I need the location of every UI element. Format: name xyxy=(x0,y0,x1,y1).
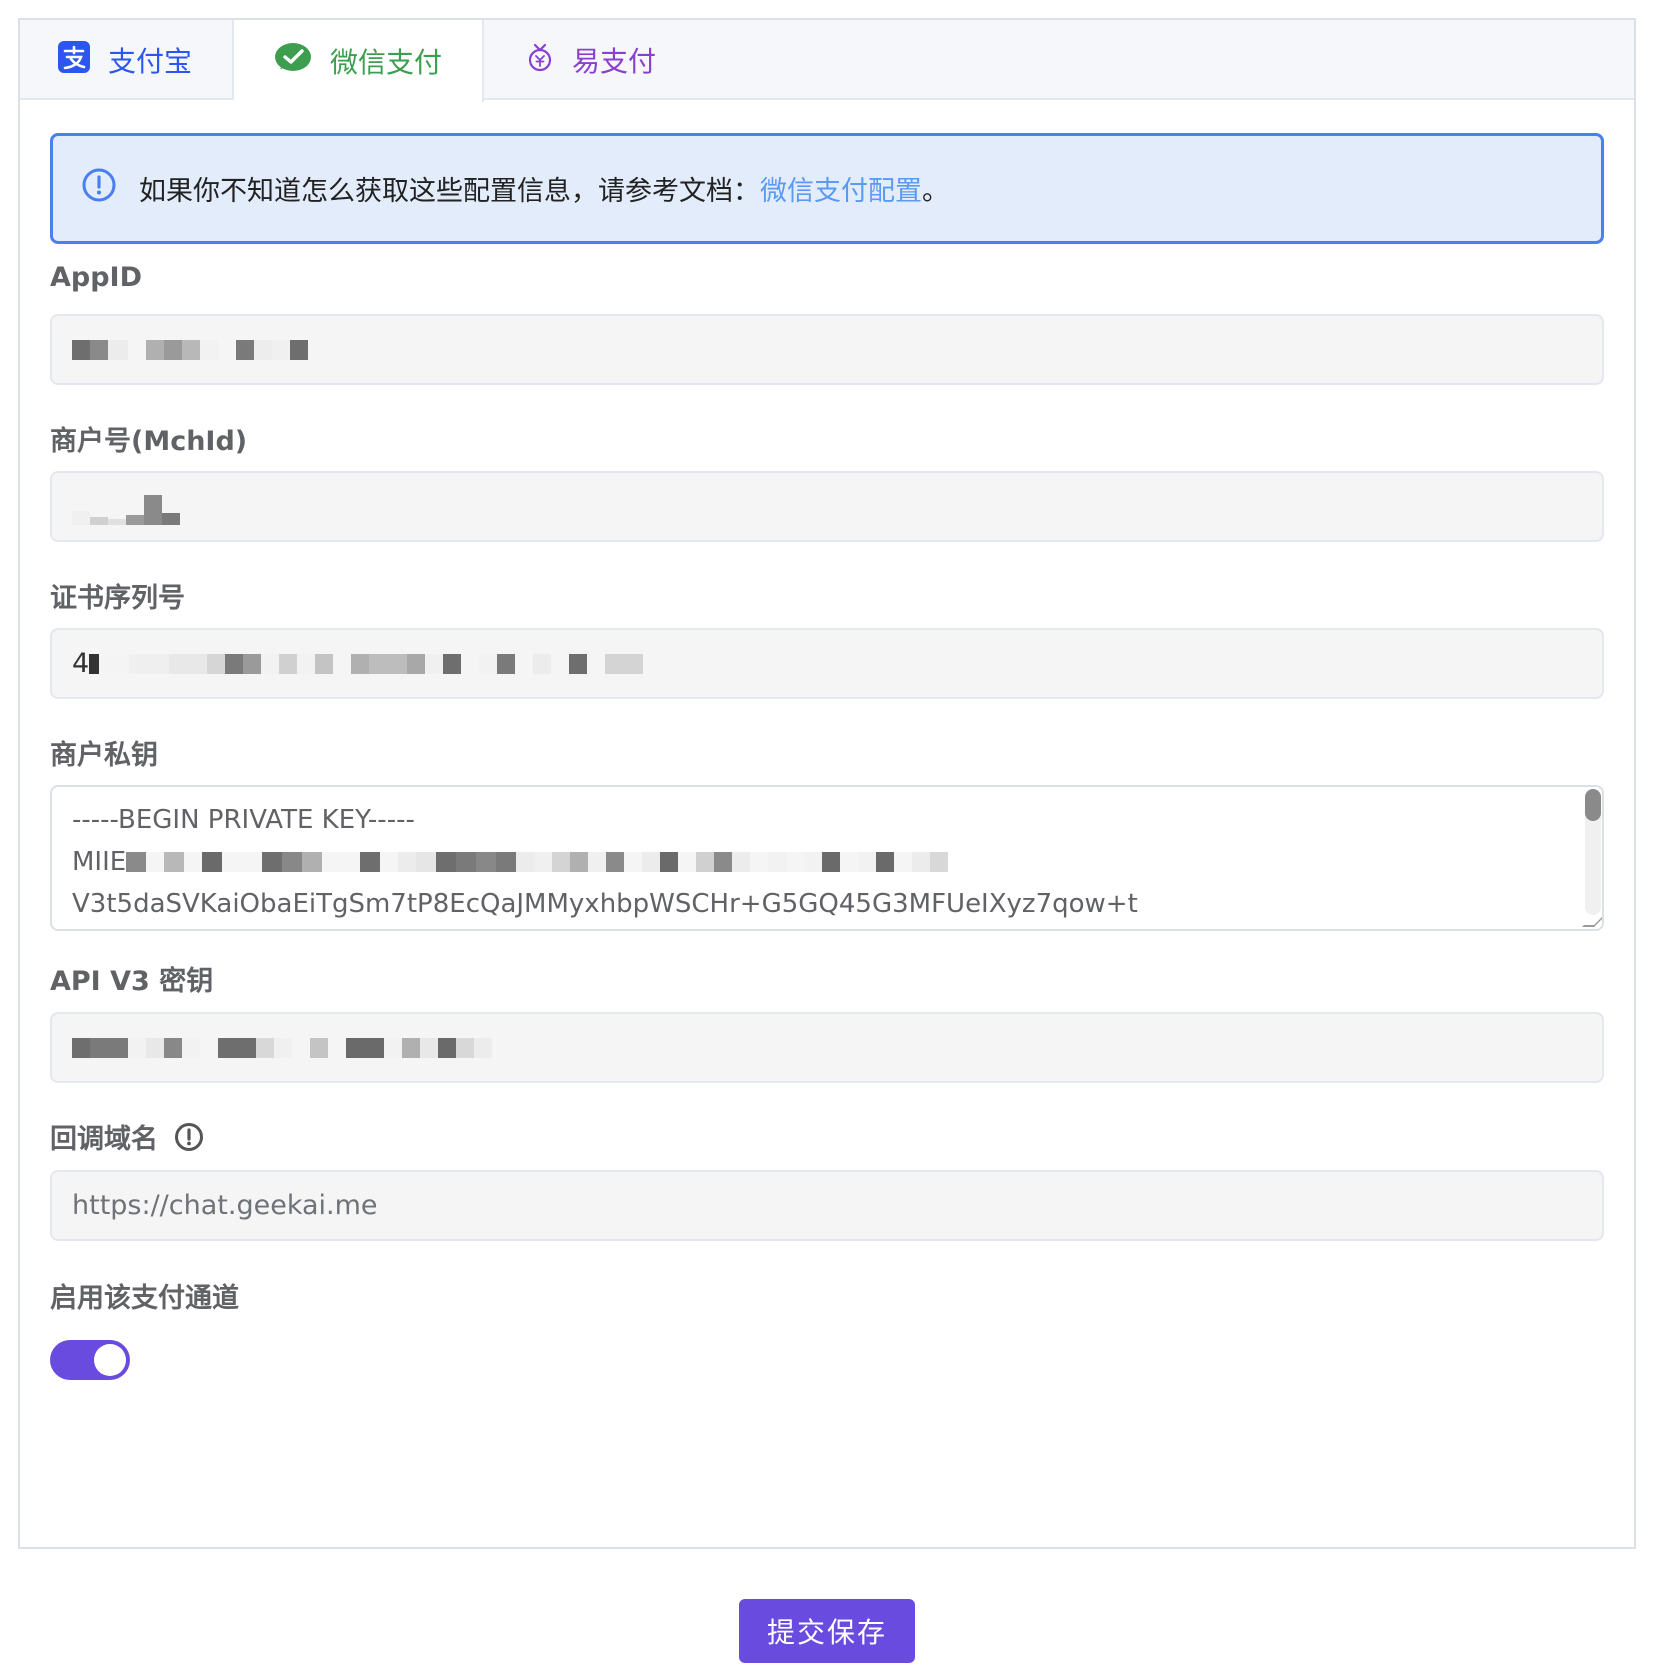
mchid-masked-value xyxy=(72,489,180,525)
enable-channel-switch[interactable] xyxy=(50,1340,130,1380)
callback-domain-label-text: 回调域名 xyxy=(50,1124,158,1155)
private-key-textarea[interactable]: -----BEGIN PRIVATE KEY----- MIIE V3t5daS… xyxy=(50,785,1604,931)
private-key-line-2-prefix: MIIE xyxy=(72,847,127,877)
info-circle-icon xyxy=(81,167,117,210)
textarea-resize-handle[interactable] xyxy=(1582,915,1602,927)
api-v3-key-label: API V3 密钥 xyxy=(50,966,214,997)
appid-label: AppID xyxy=(50,262,143,293)
serial-label: 证书序列号 xyxy=(50,583,185,614)
tab-alipay[interactable]: 支付宝 xyxy=(20,20,234,100)
wechat-pay-icon xyxy=(274,42,312,81)
tabs-header: 支付宝 微信支付 易支付 xyxy=(20,20,1634,102)
api-v3-key-input[interactable] xyxy=(50,1012,1604,1083)
callback-domain-input[interactable]: https://chat.geekai.me xyxy=(50,1170,1604,1241)
tab-alipay-label: 支付宝 xyxy=(108,45,193,78)
mchid-input[interactable] xyxy=(50,471,1604,542)
alert-suffix: 。 xyxy=(922,176,949,207)
enable-channel-label: 启用该支付通道 xyxy=(50,1283,239,1314)
warning-circle-icon[interactable] xyxy=(174,1122,204,1152)
appid-input[interactable] xyxy=(50,314,1604,385)
alert-message: 如果你不知道怎么获取这些配置信息，请参考文档： xyxy=(139,176,760,207)
epay-icon xyxy=(526,41,554,80)
tab-wechat-pay[interactable]: 微信支付 xyxy=(234,20,484,102)
callback-domain-label: 回调域名 xyxy=(50,1117,204,1156)
serial-input[interactable]: 4 xyxy=(50,628,1604,699)
private-key-line-3: V3t5daSVKaiObaEiTgSm7tP8EcQaJMMyxhbpWSCH… xyxy=(72,889,1138,919)
serial-masked-value xyxy=(89,653,644,674)
mchid-label: 商户号(MchId) xyxy=(50,426,248,457)
alert-text: 如果你不知道怎么获取这些配置信息，请参考文档：微信支付配置。 xyxy=(139,169,949,208)
payment-config-panel: 支付宝 微信支付 易支付 如果你不知道怎么获取这些配置信息，请参考文档：微信支付… xyxy=(18,18,1636,1549)
tab-epay-label: 易支付 xyxy=(572,45,657,78)
switch-knob xyxy=(94,1344,126,1376)
api-v3-key-masked-value xyxy=(72,1037,492,1058)
alipay-icon xyxy=(58,40,90,80)
textarea-scrollbar-thumb[interactable] xyxy=(1585,789,1601,821)
doc-link[interactable]: 微信支付配置 xyxy=(760,176,922,207)
submit-save-button[interactable]: 提交保存 xyxy=(739,1599,915,1663)
private-key-masked-line xyxy=(126,852,949,872)
tab-wechat-pay-label: 微信支付 xyxy=(330,46,443,79)
serial-value-prefix: 4 xyxy=(72,648,90,679)
private-key-label: 商户私钥 xyxy=(50,740,158,771)
tab-epay[interactable]: 易支付 xyxy=(484,20,704,100)
callback-domain-value: https://chat.geekai.me xyxy=(72,1190,378,1221)
appid-masked-value xyxy=(72,339,308,360)
info-alert: 如果你不知道怎么获取这些配置信息，请参考文档：微信支付配置。 xyxy=(50,133,1604,244)
private-key-line-1: -----BEGIN PRIVATE KEY----- xyxy=(72,805,415,835)
private-key-line-2: MIIE xyxy=(72,841,1562,883)
